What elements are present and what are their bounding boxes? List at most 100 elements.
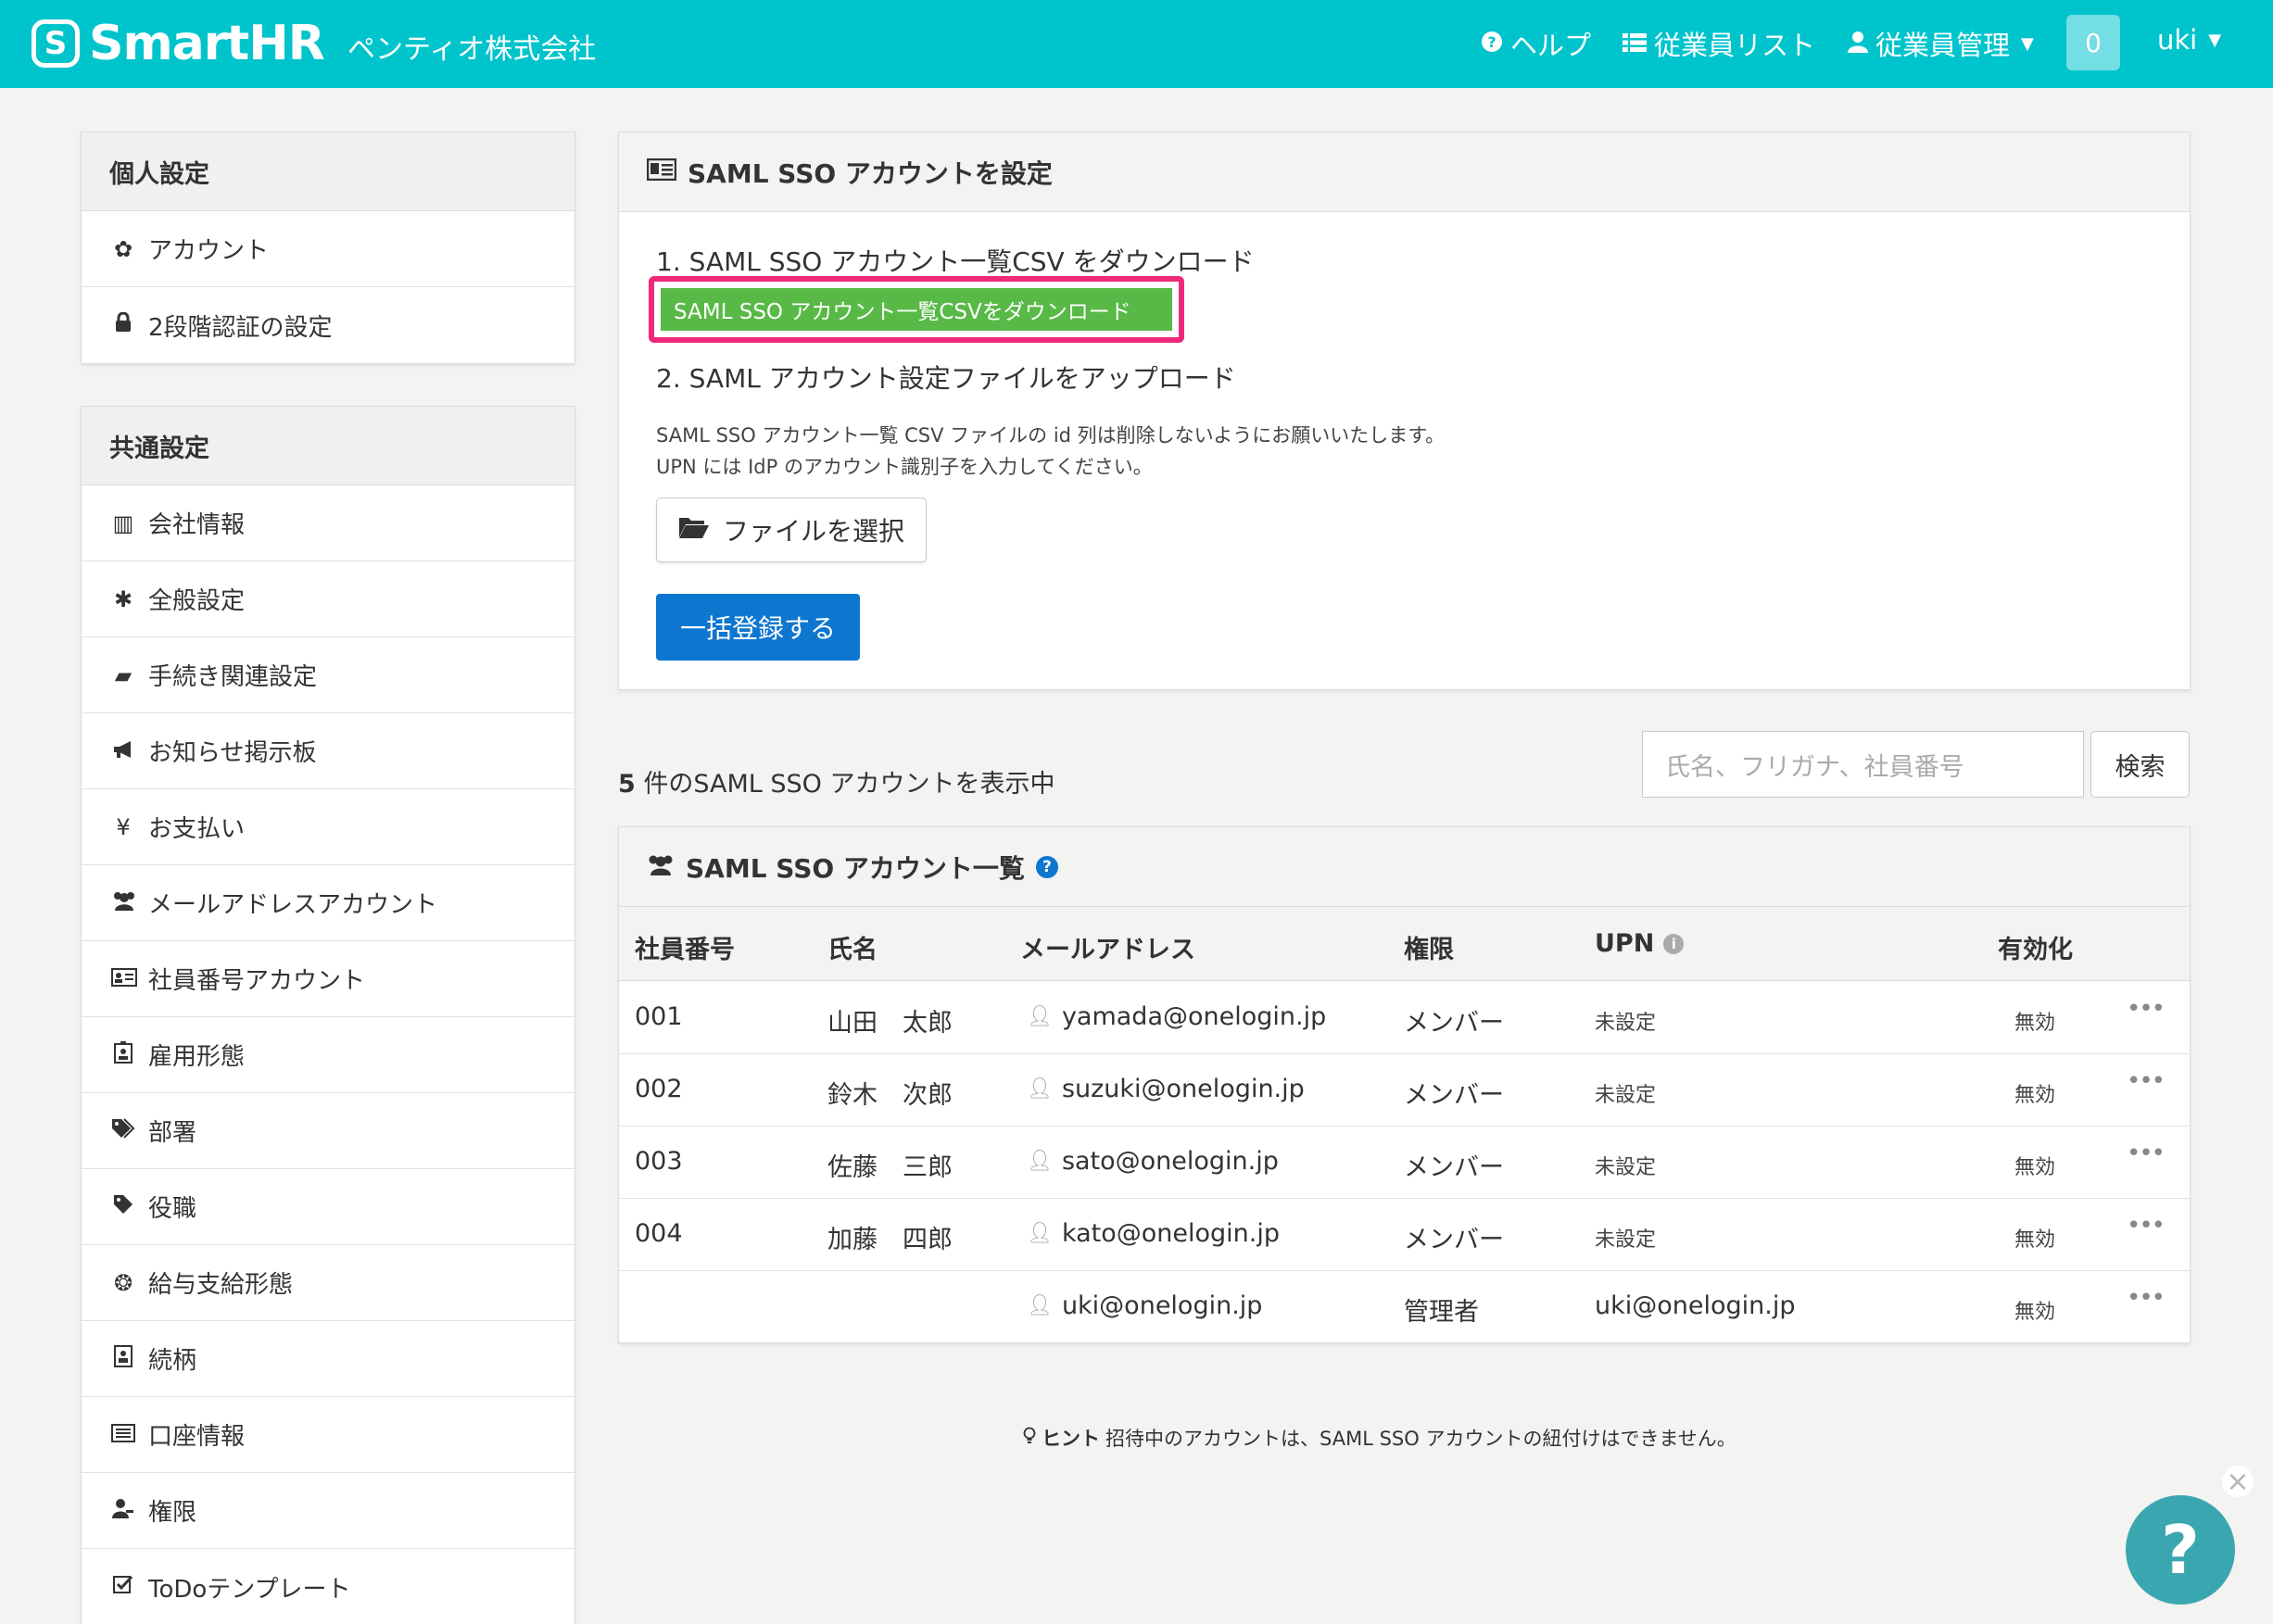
sidebar-item-label: メールアドレスアカウント <box>148 891 438 919</box>
sidebar-item-label: ToDoテンプレート <box>148 1575 351 1604</box>
sidebar-item-account[interactable]: ✿ アカウント <box>82 211 575 287</box>
common-settings-title: 共通設定 <box>82 407 575 485</box>
sidebar-item-company-info[interactable]: ▥ 会社情報 <box>82 485 575 561</box>
sidebar-item-label: 手続き関連設定 <box>148 663 318 691</box>
result-count-number: 5 <box>618 770 636 799</box>
notification-badge[interactable]: 0 <box>2066 15 2120 70</box>
sidebar-item-employment-type[interactable]: 雇用形態 <box>82 1017 575 1093</box>
column-header-upn-label: UPN <box>1595 929 1655 958</box>
cell-name[interactable]: 山田 太郎 <box>827 1002 953 1039</box>
sidebar-item-salary-type[interactable]: ❂ 給与支給形態 <box>82 1245 575 1321</box>
nav-employee-list[interactable]: 従業員リスト <box>1623 24 1815 63</box>
id-card-icon <box>111 966 137 992</box>
sidebar-item-label: 続柄 <box>148 1347 197 1375</box>
sidebar-item-permissions[interactable]: 権限 <box>82 1473 575 1549</box>
question-circle-icon[interactable]: ? <box>1035 855 1058 878</box>
money-icon: ❂ <box>113 1269 133 1296</box>
sidebar-item-bank-info[interactable]: 口座情報 <box>82 1397 575 1473</box>
sidebar-item-label: お知らせ掲示板 <box>148 739 317 767</box>
cell-upn: 未設定 <box>1595 1228 1657 1252</box>
column-header-email[interactable]: メールアドレス <box>1020 929 1195 965</box>
top-navbar: S SmartHR ペンティオ株式会社 ? ヘルプ 従業員リスト 従業員管理 ▼… <box>0 0 2273 88</box>
tags-icon <box>111 1117 135 1144</box>
search-input[interactable]: 氏名、フリガナ、社員番号 <box>1642 731 2084 798</box>
sidebar-item-procedures[interactable]: ▰ 手続き関連設定 <box>82 637 575 713</box>
cell-active: 無効 <box>2014 1228 2056 1252</box>
cell-email-value: suzuki@onelogin.jp <box>1061 1075 1305 1103</box>
cell-name[interactable]: 鈴木 次郎 <box>827 1075 953 1111</box>
user-icon: 👤︎ <box>1027 1222 1053 1245</box>
column-header-number[interactable]: 社員番号 <box>635 929 735 965</box>
more-actions-icon[interactable]: ••• <box>2127 995 2166 1023</box>
cell-number: 003 <box>635 1147 683 1176</box>
table-row: 👤︎ uki@onelogin.jp 管理者 uki@onelogin.jp 無… <box>619 1271 2190 1343</box>
personal-settings-title: 個人設定 <box>82 132 575 211</box>
more-actions-icon[interactable]: ••• <box>2127 1284 2166 1312</box>
more-actions-icon[interactable]: ••• <box>2127 1067 2166 1095</box>
tag-icon <box>111 1194 135 1220</box>
cell-upn: 未設定 <box>1595 1084 1657 1107</box>
table-row: 001 山田 太郎 👤︎ yamada@onelogin.jp メンバー 未設定… <box>619 982 2190 1054</box>
cell-email-value: kato@onelogin.jp <box>1061 1219 1280 1248</box>
sidebar-item-general[interactable]: ✱ 全般設定 <box>82 561 575 637</box>
user-menu[interactable]: uki ▼ <box>2157 24 2221 56</box>
sidebar-item-email-accounts[interactable]: メールアドレスアカウント <box>82 865 575 941</box>
cell-email: 👤︎ uki@onelogin.jp <box>1027 1291 1262 1320</box>
more-actions-icon[interactable]: ••• <box>2127 1139 2166 1167</box>
help-widget-button[interactable]: ? <box>2126 1495 2235 1605</box>
sidebar-item-payment[interactable]: ¥ お支払い <box>82 789 575 865</box>
column-header-name[interactable]: 氏名 <box>827 929 878 965</box>
choose-file-button[interactable]: ファイルを選択 <box>656 497 927 562</box>
gear-icon: ✿ <box>113 235 133 262</box>
sidebar-item-2fa[interactable]: 2段階認証の設定 <box>82 287 575 363</box>
download-highlight: SAML SSO アカウント一覧CSVをダウンロード <box>649 276 1184 343</box>
cell-name[interactable]: 加藤 四郎 <box>827 1219 953 1255</box>
user-menu-label: uki <box>2157 24 2198 56</box>
user-icon: 👤︎ <box>1027 1294 1053 1317</box>
sidebar-item-position[interactable]: 役職 <box>82 1169 575 1245</box>
logo-mark: S <box>32 19 80 68</box>
step-2-label: 2. SAML アカウント設定ファイルをアップロード <box>656 363 1236 394</box>
search-button[interactable]: 検索 <box>2090 731 2190 798</box>
cell-name[interactable]: 佐藤 三郎 <box>827 1147 953 1183</box>
cell-email: 👤︎ kato@onelogin.jp <box>1027 1219 1280 1248</box>
cell-number: 004 <box>635 1219 683 1248</box>
table-row: 004 加藤 四郎 👤︎ kato@onelogin.jp メンバー 未設定 無… <box>619 1199 2190 1271</box>
sidebar-item-bulletin[interactable]: お知らせ掲示板 <box>82 713 575 789</box>
sidebar-item-label: 役職 <box>148 1195 197 1223</box>
user-icon: 👤︎ <box>1027 1150 1053 1173</box>
column-header-active[interactable]: 有効化 <box>1998 929 2073 965</box>
sidebar-item-label: お支払い <box>148 815 246 843</box>
asterisk-icon: ✱ <box>113 585 133 612</box>
sidebar-item-label: アカウント <box>148 237 270 265</box>
smarthr-logo[interactable]: S SmartHR <box>32 16 325 71</box>
bulk-register-button[interactable]: 一括登録する <box>656 594 860 661</box>
download-csv-button[interactable]: SAML SSO アカウント一覧CSVをダウンロード <box>661 288 1172 331</box>
cell-active: 無効 <box>2014 1084 2056 1107</box>
sidebar-item-department[interactable]: 部署 <box>82 1093 575 1169</box>
note-upn: UPN には IdP のアカウント識別子を入力してください。 <box>656 456 1153 478</box>
cell-email: 👤︎ suzuki@onelogin.jp <box>1027 1075 1305 1103</box>
company-name[interactable]: ペンティオ株式会社 <box>347 26 596 67</box>
sidebar-item-relationship[interactable]: 続柄 <box>82 1321 575 1397</box>
info-icon[interactable]: i <box>1663 933 1685 954</box>
common-settings-panel: 共通設定 ▥ 会社情報 ✱ 全般設定 ▰ 手続き関連設定 お知らせ掲示板 ¥ お… <box>81 406 575 1624</box>
sidebar-item-employee-number-accounts[interactable]: 社員番号アカウント <box>82 941 575 1017</box>
nav-employee-manage[interactable]: 従業員管理 ▼ <box>1848 24 2034 63</box>
nav-help[interactable]: ? ヘルプ <box>1481 24 1591 63</box>
sidebar-item-label: 社員番号アカウント <box>148 967 366 995</box>
cell-upn: 未設定 <box>1595 1012 1657 1035</box>
column-header-role[interactable]: 権限 <box>1404 929 1454 965</box>
more-actions-icon[interactable]: ••• <box>2127 1212 2166 1240</box>
saml-setup-title: SAML SSO アカウントを設定 <box>688 157 1053 189</box>
column-header-upn[interactable]: UPN i <box>1595 929 1685 958</box>
cell-email-value: sato@onelogin.jp <box>1061 1147 1279 1176</box>
list-alt-icon <box>111 1422 135 1448</box>
account-list-header: SAML SSO アカウント一覧 ? <box>619 827 2190 907</box>
close-icon[interactable]: × <box>2222 1466 2254 1498</box>
sidebar-item-todo-template[interactable]: ToDoテンプレート <box>82 1549 575 1624</box>
id-card-icon <box>646 157 677 187</box>
lock-icon <box>111 311 135 338</box>
cell-active: 無効 <box>2014 1301 2056 1324</box>
nav-help-label: ヘルプ <box>1510 30 1592 61</box>
